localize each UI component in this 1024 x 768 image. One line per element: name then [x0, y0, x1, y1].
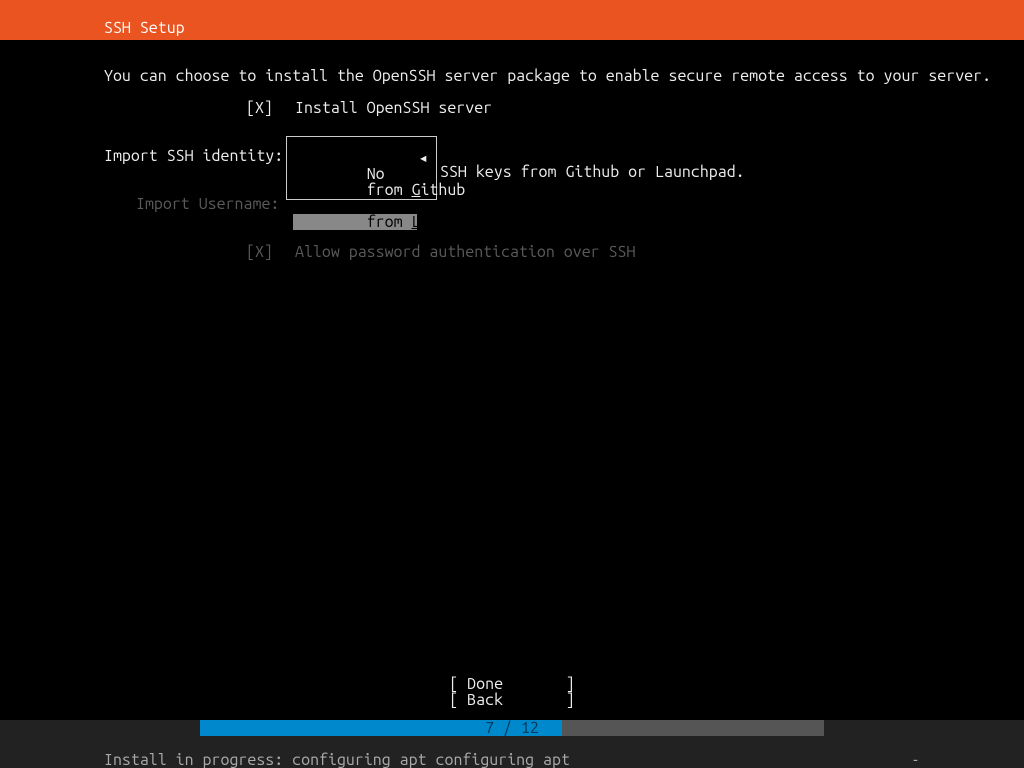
install-openssh-label: Install OpenSSH server: [295, 100, 492, 116]
import-identity-label: Import SSH identity:: [104, 148, 283, 164]
import-identity-dropdown[interactable]: No ◂ from Github from Launchpad: [286, 136, 437, 200]
done-button[interactable]: [ Done ]: [0, 676, 1024, 692]
progress-bar-label: 7 / 12: [200, 720, 824, 736]
dropdown-option-launchpad-prefix: from: [367, 213, 412, 231]
install-status-text: Install in progress: configuring apt con…: [104, 752, 920, 768]
install-status-spinner: -: [911, 752, 920, 768]
dropdown-option-launchpad[interactable]: from Launchpad: [287, 182, 436, 198]
dropdown-option-no[interactable]: No ◂: [287, 150, 436, 166]
import-username-label: Import Username:: [136, 196, 279, 212]
page-title: SSH Setup: [104, 20, 185, 36]
dropdown-option-github[interactable]: from Github: [287, 166, 436, 182]
install-openssh-checkbox[interactable]: [X]: [246, 100, 273, 116]
import-identity-description: SSH keys from Github or Launchpad.: [440, 164, 745, 180]
back-button[interactable]: [ Back ]: [0, 692, 1024, 708]
dropdown-indicator-icon: ◂: [418, 150, 428, 166]
description-text: You can choose to install the OpenSSH se…: [104, 68, 991, 84]
progress-bar: 7 / 12: [200, 720, 824, 736]
allow-password-checkbox: [X]: [246, 244, 273, 260]
dropdown-option-launchpad-rest: aunchpad: [420, 213, 492, 231]
header-bar: SSH Setup: [0, 0, 1024, 40]
